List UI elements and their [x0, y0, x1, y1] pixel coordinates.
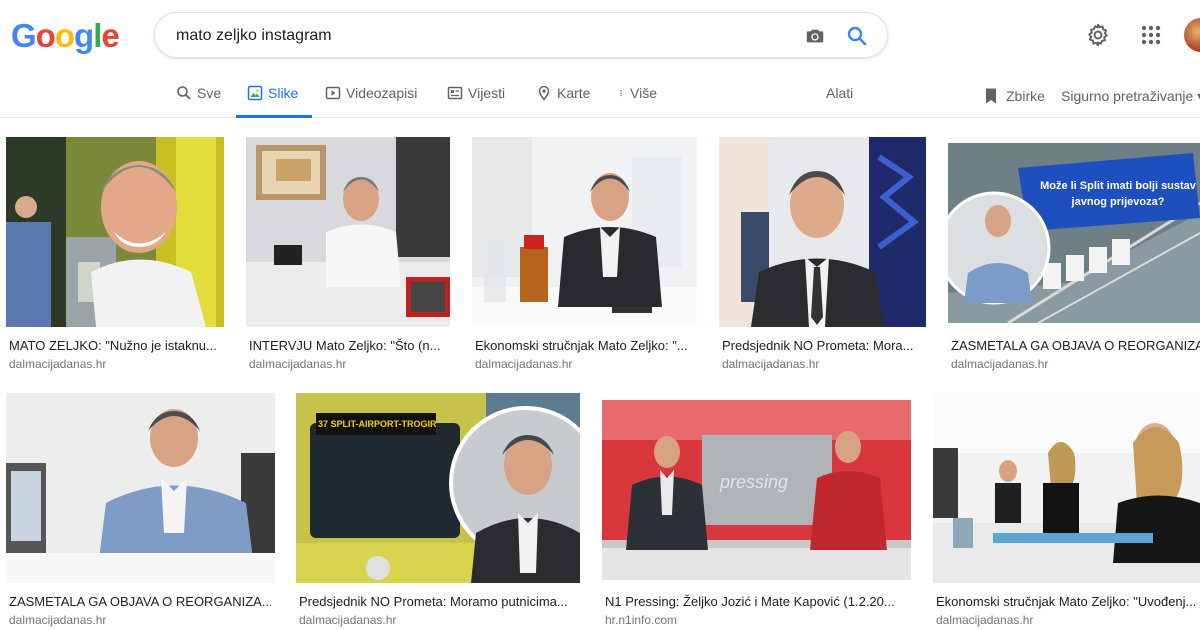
result-source[interactable]: dalmacijadanas.hr: [9, 357, 106, 371]
tab-all[interactable]: Sve: [176, 84, 221, 118]
thumbnail-overlay-text: Može li Split imati bolji sustav javnog …: [1040, 180, 1196, 208]
apps-grid-icon[interactable]: [1140, 24, 1162, 46]
result-thumbnail[interactable]: [6, 393, 275, 583]
google-logo[interactable]: Google: [11, 16, 120, 56]
more-vertical-icon: [620, 90, 622, 97]
camera-icon[interactable]: [804, 25, 826, 47]
safe-search-dropdown[interactable]: Sigurno pretraživanje ▾: [1061, 87, 1200, 105]
result-thumbnail[interactable]: [719, 137, 926, 327]
map-pin-icon: [538, 85, 550, 101]
safe-search-label: Sigurno pretraživanje ▾: [1061, 88, 1200, 104]
tab-tools[interactable]: Alati: [826, 84, 853, 118]
result-title[interactable]: Predsjednik NO Prometa: Moramo putnicima…: [299, 594, 577, 610]
gear-icon[interactable]: [1085, 22, 1111, 48]
image-result[interactable]: INTERVJU Mato Zeljko: "Što (n... dalmaci…: [246, 137, 450, 372]
search-input[interactable]: [176, 25, 776, 47]
tab-label: Više: [630, 85, 657, 101]
collections-button[interactable]: Zbirke: [983, 87, 1045, 105]
image-result[interactable]: pressing N1 Pressing: Željko Jozić i Mat…: [602, 400, 911, 630]
search-box[interactable]: [154, 12, 888, 58]
result-thumbnail[interactable]: [472, 137, 697, 327]
result-source[interactable]: dalmacijadanas.hr: [951, 357, 1048, 371]
result-source[interactable]: dalmacijadanas.hr: [9, 613, 106, 627]
tab-videos[interactable]: Videozapisi: [325, 84, 417, 118]
result-source[interactable]: dalmacijadanas.hr: [475, 357, 572, 371]
image-result[interactable]: MATO ZELJKO: "Nužno je istaknu... dalmac…: [6, 137, 224, 372]
image-result[interactable]: 37 SPLIT-AIRPORT-TROGIR Predsjednik NO P…: [296, 393, 580, 630]
tab-label: Karte: [557, 85, 591, 101]
result-title[interactable]: ZASMETALA GA OBJAVA O REORGANIZA...: [951, 338, 1200, 354]
avatar[interactable]: [1184, 18, 1200, 52]
result-source[interactable]: dalmacijadanas.hr: [936, 613, 1033, 627]
result-source[interactable]: dalmacijadanas.hr: [299, 613, 396, 627]
collections-label: Zbirke: [1006, 88, 1045, 104]
result-title[interactable]: Ekonomski stručnjak Mato Zeljko: "...: [475, 338, 695, 354]
image-result[interactable]: Može li Split imati bolji sustav javnog …: [948, 143, 1200, 372]
bookmark-icon: [986, 88, 996, 104]
result-title[interactable]: MATO ZELJKO: "Nužno je istaknu...: [9, 338, 219, 354]
tab-label: Videozapisi: [346, 85, 418, 101]
image-result[interactable]: Ekonomski stručnjak Mato Zeljko: "Uvođen…: [933, 393, 1200, 630]
result-title[interactable]: ZASMETALA GA OBJAVA O REORGANIZA...: [9, 594, 271, 610]
image-result[interactable]: Ekonomski stručnjak Mato Zeljko: "... da…: [472, 137, 697, 372]
search-icon: [177, 86, 191, 100]
tab-maps[interactable]: Karte: [536, 84, 590, 118]
tab-news[interactable]: Vijesti: [447, 84, 505, 118]
result-thumbnail[interactable]: [948, 143, 1200, 323]
result-title[interactable]: Ekonomski stručnjak Mato Zeljko: "Uvođen…: [936, 594, 1200, 610]
result-thumbnail[interactable]: [246, 137, 450, 327]
tab-label: Vijesti: [468, 85, 506, 101]
search-tabs: Sve Slike Videozapisi Vijesti Karte Više…: [0, 78, 1200, 118]
result-source[interactable]: dalmacijadanas.hr: [722, 357, 819, 371]
news-icon: [447, 86, 463, 100]
thumbnail-overlay-text: pressing: [720, 472, 789, 492]
image-result[interactable]: Predsjednik NO Prometa: Mora... dalmacij…: [719, 137, 926, 372]
tab-label: Alati: [826, 85, 854, 101]
search-icon[interactable]: [845, 24, 869, 48]
tab-images[interactable]: Slike: [236, 84, 312, 118]
tab-label: Slike: [268, 85, 299, 101]
play-icon: [325, 86, 341, 100]
result-thumbnail[interactable]: [6, 137, 224, 327]
image-result[interactable]: ZASMETALA GA OBJAVA O REORGANIZA... dalm…: [6, 393, 275, 630]
tab-label: Sve: [197, 85, 222, 101]
result-source[interactable]: hr.n1info.com: [605, 613, 677, 627]
result-title[interactable]: INTERVJU Mato Zeljko: "Što (n...: [249, 338, 449, 354]
thumbnail-overlay-text: 37 SPLIT-AIRPORT-TROGIR: [318, 419, 437, 429]
image-icon: [247, 85, 263, 101]
tab-more[interactable]: Više: [617, 84, 657, 118]
result-thumbnail[interactable]: [933, 393, 1200, 583]
result-title[interactable]: N1 Pressing: Željko Jozić i Mate Kapović…: [605, 594, 910, 610]
result-title[interactable]: Predsjednik NO Prometa: Mora...: [722, 338, 922, 354]
result-source[interactable]: dalmacijadanas.hr: [249, 357, 346, 371]
